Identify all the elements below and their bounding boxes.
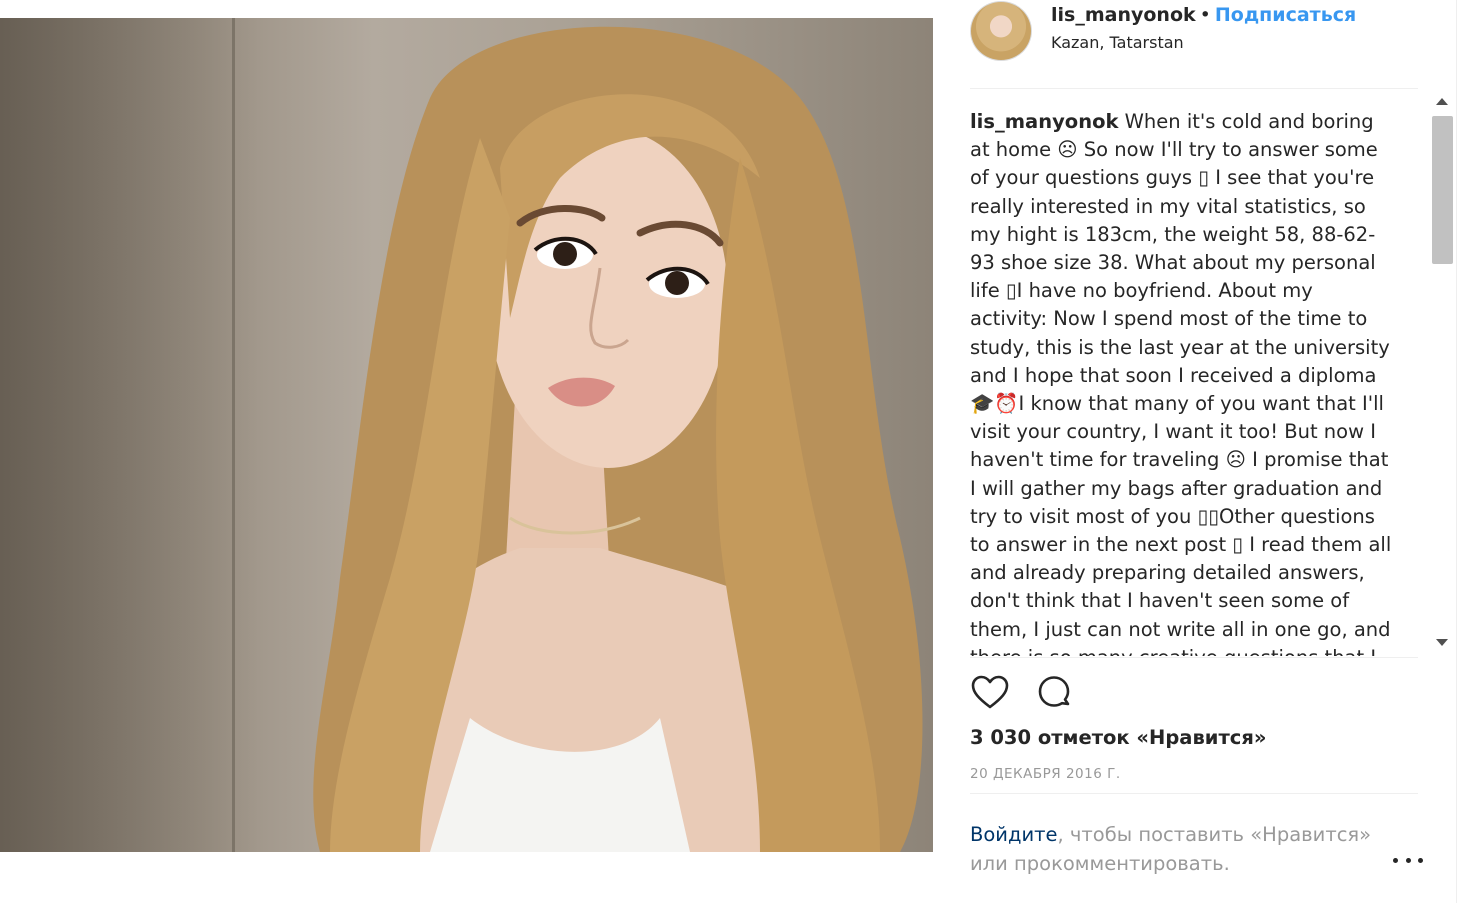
more-dot xyxy=(1405,857,1411,863)
post-header: lis_manyonok • Подписаться Kazan, Tatarsta… xyxy=(970,0,1420,62)
post-side-panel: lis_manyonok • Подписаться Kazan, Tatarsta… xyxy=(933,0,1460,903)
caption-scroll-area[interactable]: lis_manyonok When it's cold and boring a… xyxy=(970,108,1392,656)
post-photo[interactable] xyxy=(0,18,933,852)
heart-icon[interactable] xyxy=(970,673,1010,713)
footer-divider xyxy=(970,793,1418,794)
separator-dot: • xyxy=(1199,4,1211,26)
more-options-icon[interactable] xyxy=(1393,850,1423,870)
scroll-up-arrow-icon[interactable] xyxy=(1436,98,1448,105)
follow-button[interactable]: Подписаться xyxy=(1215,4,1356,26)
caption-body: When it's cold and boring at home ☹ So n… xyxy=(970,110,1392,656)
more-dot xyxy=(1418,857,1423,863)
caption-text: lis_manyonok When it's cold and boring a… xyxy=(970,108,1392,656)
login-prompt: Войдите, чтобы поставить «Нравится» или … xyxy=(970,820,1380,878)
post-date[interactable]: 20 ДЕКАБРЯ 2016 Г. xyxy=(970,765,1121,783)
caption-username-link[interactable]: lis_manyonok xyxy=(970,110,1118,133)
more-dot xyxy=(1393,857,1398,863)
login-link[interactable]: Войдите xyxy=(970,823,1058,846)
location-link[interactable]: Kazan, Tatarstan xyxy=(1051,33,1184,53)
likes-count[interactable]: 3 030 отметок «Нравится» xyxy=(970,725,1266,751)
panel-right-border xyxy=(1456,0,1457,903)
header-divider xyxy=(970,88,1418,89)
avatar[interactable] xyxy=(970,1,1032,61)
caption-scrollbar[interactable] xyxy=(1429,90,1455,656)
post-actions xyxy=(970,673,1170,713)
instagram-post-page: lis_manyonok • Подписаться Kazan, Tatarsta… xyxy=(0,0,1460,903)
scrollbar-thumb[interactable] xyxy=(1432,116,1453,264)
scroll-down-arrow-icon[interactable] xyxy=(1436,639,1448,646)
author-line: lis_manyonok • Подписаться xyxy=(1051,3,1356,27)
comment-icon[interactable] xyxy=(1034,673,1074,713)
caption-divider xyxy=(970,657,1418,658)
author-username-link[interactable]: lis_manyonok xyxy=(1051,4,1196,26)
photo-portrait-illustration xyxy=(313,26,923,852)
